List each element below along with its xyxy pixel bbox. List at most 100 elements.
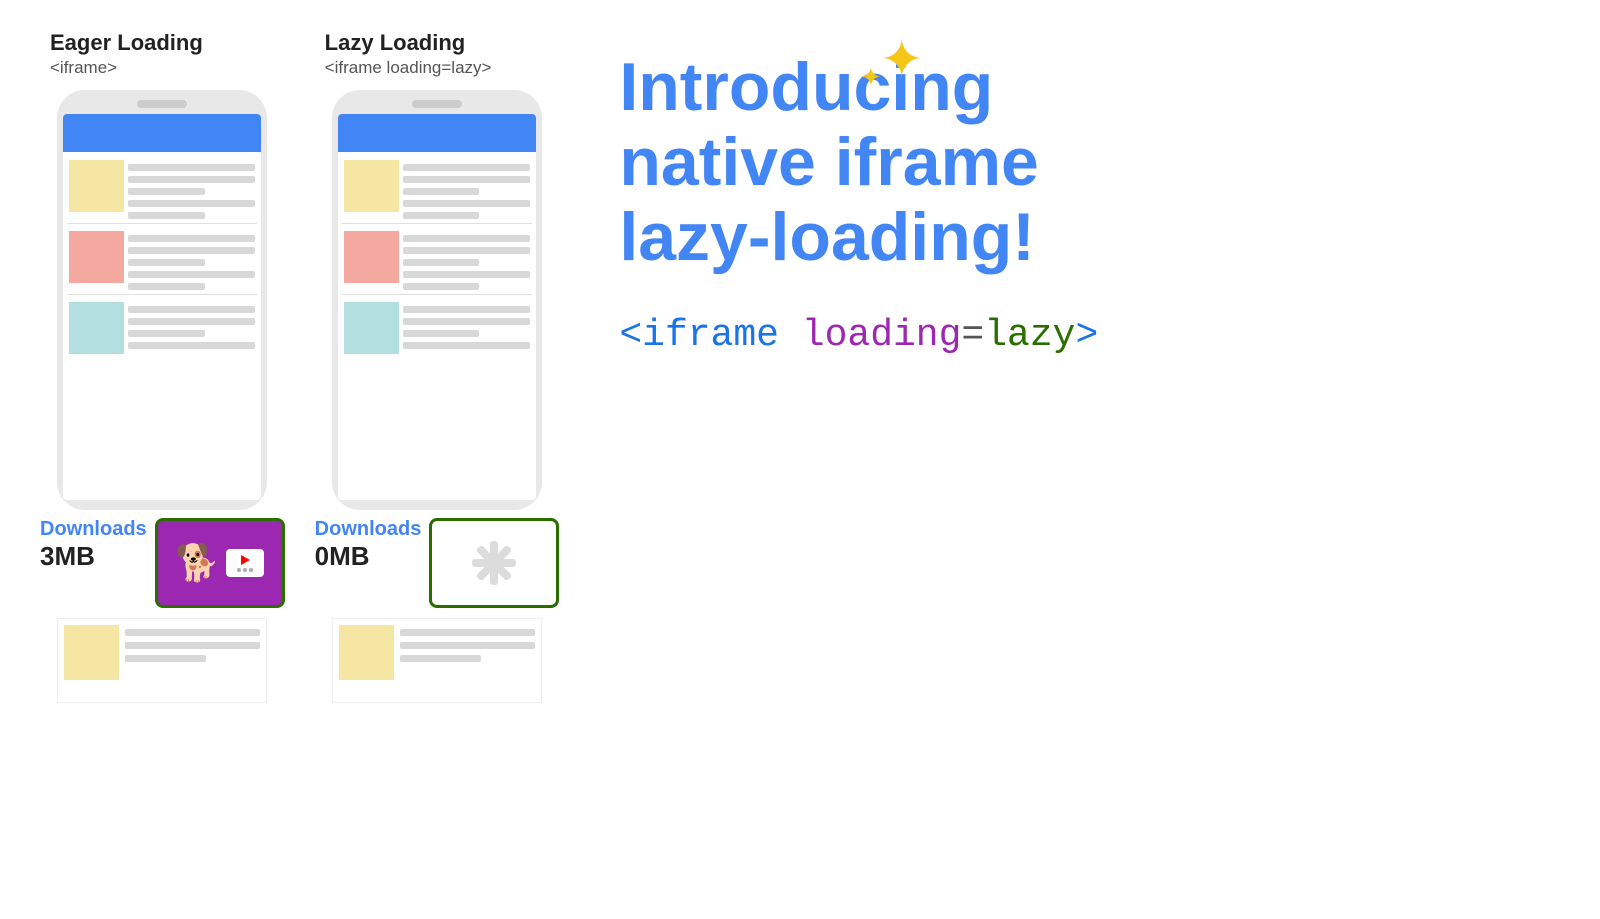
phone-line bbox=[128, 164, 255, 171]
lazy-mini-card bbox=[332, 618, 542, 703]
lazy-section-3 bbox=[342, 298, 532, 358]
eager-mini-card bbox=[57, 618, 267, 703]
eager-iframe-preview: 🐕 bbox=[155, 518, 285, 608]
play-button-box bbox=[226, 549, 264, 577]
phone-line bbox=[128, 271, 255, 278]
mini-line-short bbox=[125, 655, 206, 662]
mini-block-yellow-eager bbox=[64, 625, 119, 680]
loading-spinner bbox=[459, 533, 529, 593]
play-triangle-icon bbox=[241, 555, 250, 565]
lazy-downloads-label: Downloads bbox=[315, 518, 422, 541]
phone-line bbox=[128, 318, 255, 325]
eager-lines-1 bbox=[128, 160, 255, 219]
phone-line-short bbox=[128, 283, 204, 290]
play-dot bbox=[249, 568, 253, 572]
left-panel: Eager Loading <iframe> bbox=[40, 30, 559, 703]
eager-lines-3 bbox=[128, 302, 255, 354]
phone-line-short bbox=[403, 330, 479, 337]
sparkle-small-icon: ✦ bbox=[860, 62, 882, 93]
lazy-lines-1 bbox=[403, 160, 530, 219]
eager-phone-screen bbox=[63, 114, 261, 500]
lazy-phone-header bbox=[338, 114, 536, 152]
eager-phone-header bbox=[63, 114, 261, 152]
mini-line bbox=[400, 642, 535, 649]
lazy-lines-3 bbox=[403, 302, 530, 354]
eager-downloads-label: Downloads bbox=[40, 518, 147, 541]
phone-line bbox=[128, 342, 255, 349]
play-dot bbox=[237, 568, 241, 572]
play-dot bbox=[243, 568, 247, 572]
phone-line bbox=[128, 247, 255, 254]
phone-line bbox=[403, 176, 530, 183]
lazy-downloads-info: Downloads 0MB bbox=[315, 518, 422, 572]
phone-line bbox=[403, 235, 530, 242]
lazy-block-pink bbox=[344, 231, 399, 283]
lazy-lines-2 bbox=[403, 231, 530, 290]
lazy-block-yellow-1 bbox=[344, 160, 399, 212]
phone-line-short bbox=[128, 330, 204, 337]
eager-section: Eager Loading <iframe> bbox=[40, 30, 285, 703]
phone-line-short bbox=[128, 188, 204, 195]
lazy-iframe-preview bbox=[429, 518, 559, 608]
phone-line-short bbox=[403, 188, 479, 195]
lazy-block-teal bbox=[344, 302, 399, 354]
mini-line bbox=[125, 642, 260, 649]
lazy-label: Lazy Loading bbox=[325, 30, 466, 56]
code-loading: loading bbox=[802, 314, 962, 357]
phone-line-short bbox=[128, 212, 204, 219]
mini-block-yellow-lazy bbox=[339, 625, 394, 680]
phone-line-short bbox=[403, 212, 479, 219]
lazy-section-1 bbox=[342, 156, 532, 224]
code-iframe: <iframe bbox=[619, 314, 801, 357]
lazy-sublabel: <iframe loading=lazy> bbox=[325, 58, 492, 78]
phone-line bbox=[128, 176, 255, 183]
code-equals: = bbox=[961, 314, 984, 357]
phone-line-short bbox=[128, 259, 204, 266]
lazy-downloads-size: 0MB bbox=[315, 541, 370, 572]
eager-section-3 bbox=[67, 298, 257, 358]
eager-downloads-info: Downloads 3MB bbox=[40, 518, 147, 572]
phone-notch-eager bbox=[137, 100, 187, 108]
right-panel: Introducingnative iframelazy-loading! <i… bbox=[559, 30, 1560, 357]
eager-block-yellow-1 bbox=[69, 160, 124, 212]
lazy-phone-device bbox=[332, 90, 542, 510]
eager-phone-bottom: Downloads 3MB 🐕 bbox=[40, 518, 285, 608]
phone-line bbox=[403, 271, 530, 278]
eager-label: Eager Loading bbox=[50, 30, 203, 56]
phone-line-short bbox=[403, 259, 479, 266]
eager-phone-device bbox=[57, 90, 267, 510]
eager-lines-2 bbox=[128, 231, 255, 290]
mini-line-short bbox=[400, 655, 481, 662]
phone-notch-lazy bbox=[412, 100, 462, 108]
phone-line bbox=[128, 306, 255, 313]
phone-line-short bbox=[403, 283, 479, 290]
code-lazy: lazy bbox=[984, 314, 1075, 357]
phone-line bbox=[403, 200, 530, 207]
mini-lines-eager bbox=[125, 625, 260, 696]
code-close: > bbox=[1075, 314, 1098, 357]
play-dots bbox=[237, 568, 253, 572]
phone-line bbox=[403, 318, 530, 325]
phone-line bbox=[403, 342, 530, 349]
eager-phone-column: Eager Loading <iframe> bbox=[40, 30, 285, 608]
mini-lines-lazy bbox=[400, 625, 535, 696]
phone-line bbox=[403, 164, 530, 171]
phone-line bbox=[403, 247, 530, 254]
spinner-svg bbox=[459, 533, 529, 593]
intro-title: Introducingnative iframelazy-loading! bbox=[619, 50, 1560, 274]
lazy-phone-screen bbox=[338, 114, 536, 500]
code-snippet: <iframe loading=lazy> bbox=[619, 314, 1560, 357]
eager-downloads-size: 3MB bbox=[40, 541, 95, 572]
dog-icon: 🐕 bbox=[175, 542, 220, 584]
eager-section-2 bbox=[67, 227, 257, 295]
eager-block-pink bbox=[69, 231, 124, 283]
phone-line bbox=[128, 200, 255, 207]
eager-sublabel: <iframe> bbox=[50, 58, 117, 78]
eager-section-1 bbox=[67, 156, 257, 224]
lazy-section-2 bbox=[342, 227, 532, 295]
eager-block-teal bbox=[69, 302, 124, 354]
lazy-phone-bottom: Downloads 0MB bbox=[315, 518, 560, 608]
lazy-phone-column: Lazy Loading <iframe loading=lazy> bbox=[315, 30, 560, 608]
phone-line bbox=[128, 235, 255, 242]
lazy-section: Lazy Loading <iframe loading=lazy> bbox=[315, 30, 560, 703]
